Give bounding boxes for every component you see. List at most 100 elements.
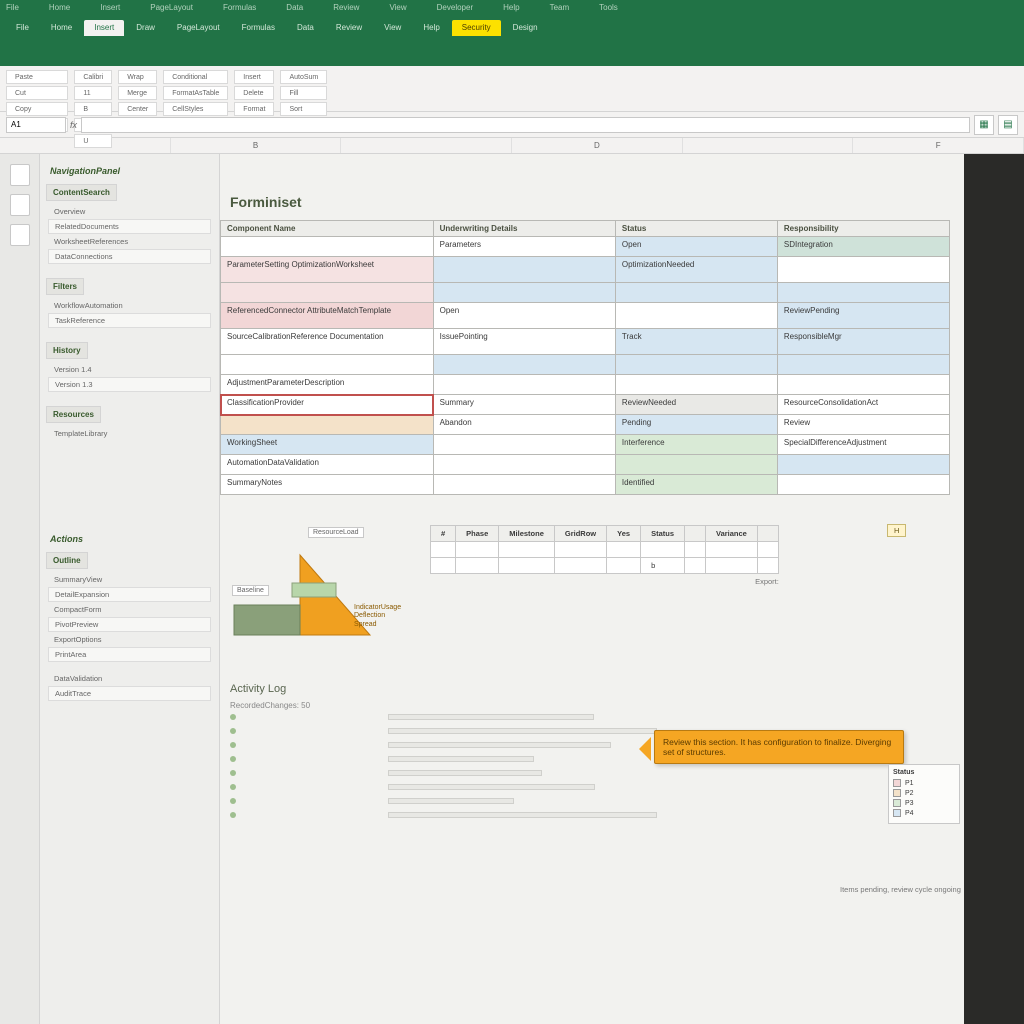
toolbar-glyph-1[interactable]: ▦	[974, 115, 994, 135]
sidebar-item[interactable]: PivotPreview	[48, 617, 211, 632]
table-cell[interactable]	[221, 415, 434, 435]
sidebar-item[interactable]: TemplateLibrary	[44, 427, 215, 440]
table-cell[interactable]	[433, 455, 615, 475]
table-cell[interactable]: IssuePointing	[433, 329, 615, 355]
table-cell[interactable]	[684, 558, 705, 574]
ribbon-button[interactable]: Insert	[234, 70, 274, 84]
table-cell[interactable]: Track	[615, 329, 777, 355]
table-header[interactable]: Responsibility	[777, 221, 949, 237]
sidebar-item[interactable]: DataConnections	[48, 249, 211, 264]
table-row[interactable]: ParameterSetting OptimizationWorksheetOp…	[221, 257, 950, 283]
sidebar-item[interactable]: Version 1.4	[44, 363, 215, 376]
ribbon-button[interactable]: Fill	[280, 86, 327, 100]
table-cell[interactable]	[607, 542, 641, 558]
table-cell[interactable]	[433, 355, 615, 375]
gutter-icon[interactable]	[10, 164, 30, 186]
ribbon-button[interactable]: Wrap	[118, 70, 157, 84]
sidebar-item[interactable]: DetailExpansion	[48, 587, 211, 602]
ribbon-tab[interactable]: Formulas	[232, 20, 285, 36]
gutter-icon[interactable]	[10, 194, 30, 216]
sidebar-section-head[interactable]: Filters	[46, 278, 84, 295]
sidebar-item[interactable]: DataValidation	[44, 672, 215, 685]
table-header[interactable]: Component Name	[221, 221, 434, 237]
ribbon-tab[interactable]: File	[6, 20, 39, 36]
table-cell[interactable]: AutomationDataValidation	[221, 455, 434, 475]
ribbon-button[interactable]: 11	[74, 86, 112, 100]
table-cell[interactable]: SummaryNotes	[221, 475, 434, 495]
titlebar-item[interactable]: Team	[550, 3, 570, 12]
titlebar-item[interactable]: Insert	[100, 3, 120, 12]
titlebar-item[interactable]: Home	[49, 3, 70, 12]
table-cell[interactable]	[777, 475, 949, 495]
titlebar-item[interactable]: Help	[503, 3, 519, 12]
table-cell[interactable]: SpecialDifferenceAdjustment	[777, 435, 949, 455]
table-row[interactable]	[221, 355, 950, 375]
table-header[interactable]: Milestone	[499, 526, 555, 542]
fx-icon[interactable]: fx	[70, 120, 77, 130]
table-cell[interactable]	[705, 542, 757, 558]
annotation-callout[interactable]: Review this section. It has configuratio…	[654, 730, 904, 764]
table-cell[interactable]	[433, 375, 615, 395]
table-cell[interactable]	[554, 542, 606, 558]
table-cell[interactable]: SDIntegration	[777, 237, 949, 257]
table-cell[interactable]	[615, 303, 777, 329]
table-header[interactable]: #	[431, 526, 456, 542]
table-cell[interactable]	[221, 355, 434, 375]
table-cell[interactable]	[615, 355, 777, 375]
table-row[interactable]: ClassificationProviderSummaryReviewNeede…	[221, 395, 950, 415]
sidebar-item[interactable]: WorksheetReferences	[44, 235, 215, 248]
ribbon-button[interactable]: CellStyles	[163, 102, 228, 116]
column-header[interactable]	[683, 138, 854, 153]
table-cell[interactable]: Open	[433, 303, 615, 329]
table-cell[interactable]: ReviewNeeded	[615, 395, 777, 415]
table-row[interactable]: ReferencedConnector AttributeMatchTempla…	[221, 303, 950, 329]
titlebar-item[interactable]: File	[6, 3, 19, 12]
table-header[interactable]	[684, 526, 705, 542]
table-cell[interactable]: Identified	[615, 475, 777, 495]
table-cell[interactable]: Parameters	[433, 237, 615, 257]
sidebar-item[interactable]: SummaryView	[44, 573, 215, 586]
table-cell[interactable]	[615, 455, 777, 475]
ribbon-button[interactable]: FormatAsTable	[163, 86, 228, 100]
sidebar-item[interactable]: WorkflowAutomation	[44, 299, 215, 312]
titlebar-item[interactable]: Developer	[437, 3, 473, 12]
table-cell[interactable]: ClassificationProvider	[221, 395, 434, 415]
table-cell[interactable]: SourceCalibrationReference Documentation	[221, 329, 434, 355]
table-cell[interactable]: Abandon	[433, 415, 615, 435]
sidebar-item[interactable]: CompactForm	[44, 603, 215, 616]
titlebar-item[interactable]: Review	[333, 3, 359, 12]
table-header[interactable]: Status	[615, 221, 777, 237]
table-cell[interactable]: ReviewPending	[777, 303, 949, 329]
table-row[interactable]: b	[431, 558, 779, 574]
table-row[interactable]: ParametersOpenSDIntegration	[221, 237, 950, 257]
ribbon-tab[interactable]: View	[374, 20, 411, 36]
ribbon-button[interactable]: AutoSum	[280, 70, 327, 84]
titlebar-item[interactable]: View	[389, 3, 406, 12]
table-header[interactable]: GridRow	[554, 526, 606, 542]
column-header[interactable]: D	[512, 138, 683, 153]
gutter-icon[interactable]	[10, 224, 30, 246]
table-cell[interactable]	[433, 435, 615, 455]
titlebar-item[interactable]: PageLayout	[150, 3, 193, 12]
table-cell[interactable]	[456, 542, 499, 558]
ribbon-button[interactable]: Cut	[6, 86, 68, 100]
table-row[interactable]	[221, 283, 950, 303]
table-cell[interactable]	[757, 542, 778, 558]
table-header[interactable]: Status	[641, 526, 685, 542]
sidebar-item[interactable]: PrintArea	[48, 647, 211, 662]
ribbon-button[interactable]: Merge	[118, 86, 157, 100]
table-row[interactable]: WorkingSheetInterferenceSpecialDifferenc…	[221, 435, 950, 455]
ribbon-tab[interactable]: Design	[503, 20, 548, 36]
table-cell[interactable]	[456, 558, 499, 574]
name-box[interactable]	[6, 117, 66, 133]
ribbon-button[interactable]: Delete	[234, 86, 274, 100]
table-cell[interactable]	[777, 455, 949, 475]
titlebar-item[interactable]: Formulas	[223, 3, 256, 12]
ribbon-button[interactable]: B	[74, 102, 112, 116]
column-header[interactable]	[0, 138, 171, 153]
table-header[interactable]: Underwriting Details	[433, 221, 615, 237]
ribbon-tab[interactable]: Insert	[84, 20, 124, 36]
sidebar-section-head[interactable]: ContentSearch	[46, 184, 117, 201]
table-cell[interactable]: Open	[615, 237, 777, 257]
table-row[interactable]: SourceCalibrationReference Documentation…	[221, 329, 950, 355]
